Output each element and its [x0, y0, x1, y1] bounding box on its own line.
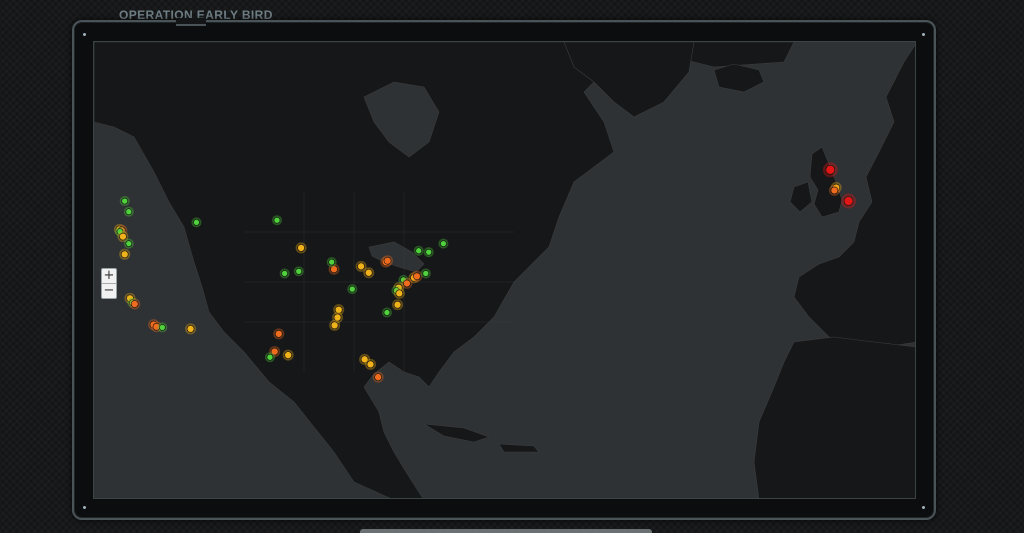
map-marker-yellow[interactable]	[329, 319, 341, 331]
marker-dot	[425, 248, 433, 256]
land-layer	[94, 42, 915, 498]
marker-dot	[374, 373, 382, 381]
map-marker-green[interactable]	[438, 238, 449, 249]
marker-dot	[395, 289, 404, 298]
marker-dot	[328, 258, 335, 266]
map-marker-orange[interactable]	[828, 184, 840, 196]
map-marker-green[interactable]	[326, 257, 337, 268]
map-marker-green[interactable]	[123, 206, 134, 217]
marker-dot	[120, 250, 129, 259]
marker-dot	[295, 268, 303, 275]
marker-dot	[130, 300, 139, 308]
map-marker-green[interactable]	[420, 268, 431, 279]
marker-dot	[297, 244, 305, 252]
marker-dot	[125, 240, 133, 247]
marker-dot	[383, 256, 392, 265]
marker-dot	[193, 219, 200, 226]
marker-dot	[403, 279, 411, 288]
horizontal-scrollbar[interactable]	[360, 529, 652, 533]
marker-dot	[284, 351, 292, 359]
map-marker-green[interactable]	[413, 245, 424, 256]
marker-dot	[274, 330, 283, 338]
frame-corner-dot	[83, 33, 86, 36]
map-marker-green[interactable]	[279, 268, 290, 279]
marker-dot	[348, 285, 356, 293]
marker-dot	[393, 300, 402, 309]
frame-corner-dot	[922, 506, 925, 509]
caribbean-islands-2	[498, 443, 540, 453]
map-marker-green[interactable]	[347, 284, 358, 295]
marker-dot	[281, 270, 288, 277]
marker-dot	[440, 240, 447, 247]
marker-dot	[357, 262, 365, 271]
map-marker-green[interactable]	[381, 307, 392, 318]
zoom-out-button[interactable]: −	[102, 283, 116, 298]
frame-notch	[176, 18, 206, 26]
map-marker-orange[interactable]	[372, 371, 384, 383]
map-marker-green[interactable]	[157, 322, 168, 333]
map-marker-yellow[interactable]	[363, 267, 375, 279]
map-marker-green[interactable]	[293, 266, 304, 277]
marker-dot	[422, 270, 430, 277]
map-marker-yellow[interactable]	[393, 287, 405, 299]
marker-dot	[830, 186, 839, 195]
map-svg	[94, 42, 915, 498]
marker-dot	[186, 325, 195, 333]
map-marker-orange[interactable]	[129, 298, 141, 310]
map-marker-yellow[interactable]	[295, 242, 307, 254]
map-marker-green[interactable]	[423, 247, 434, 258]
zoom-in-button[interactable]: +	[102, 269, 116, 283]
marker-dot	[125, 208, 133, 215]
map-marker-orange[interactable]	[382, 255, 394, 267]
map-marker-yellow[interactable]	[364, 358, 376, 370]
map-marker-green[interactable]	[123, 238, 134, 249]
map-marker-green[interactable]	[264, 352, 275, 363]
marker-dot	[843, 196, 854, 206]
map-marker-red[interactable]	[822, 162, 838, 178]
map-marker-red[interactable]	[841, 193, 857, 209]
marker-dot	[159, 324, 166, 331]
marker-dot	[273, 216, 281, 224]
frame-corner-dot	[83, 506, 86, 509]
map-marker-green[interactable]	[271, 215, 282, 226]
map-marker-green[interactable]	[191, 217, 202, 228]
map-marker-yellow[interactable]	[282, 349, 294, 361]
marker-dot	[266, 353, 274, 361]
map-marker-green[interactable]	[119, 196, 130, 207]
iceland-landmass	[713, 63, 765, 93]
marker-dot	[330, 321, 339, 330]
marker-dot	[383, 309, 391, 316]
map-marker-yellow[interactable]	[119, 248, 131, 260]
map-marker-orange[interactable]	[411, 270, 423, 282]
marker-dot	[413, 272, 421, 281]
caribbean-islands	[423, 423, 490, 443]
europe-landmass	[793, 44, 915, 348]
marker-dot	[825, 165, 836, 175]
map-canvas[interactable]	[93, 41, 916, 499]
marker-dot	[364, 268, 373, 277]
zoom-control: + −	[101, 268, 117, 299]
great-britain-landmass	[809, 146, 843, 218]
map-marker-yellow[interactable]	[392, 299, 404, 311]
frame-corner-dot	[922, 33, 925, 36]
marker-dot	[121, 197, 129, 205]
marker-dot	[119, 232, 127, 241]
africa-landmass	[753, 336, 915, 498]
map-marker-orange[interactable]	[273, 328, 285, 340]
map-marker-yellow[interactable]	[185, 323, 197, 335]
ireland-landmass	[789, 181, 813, 213]
marker-dot	[366, 360, 375, 369]
marker-dot	[415, 247, 423, 255]
